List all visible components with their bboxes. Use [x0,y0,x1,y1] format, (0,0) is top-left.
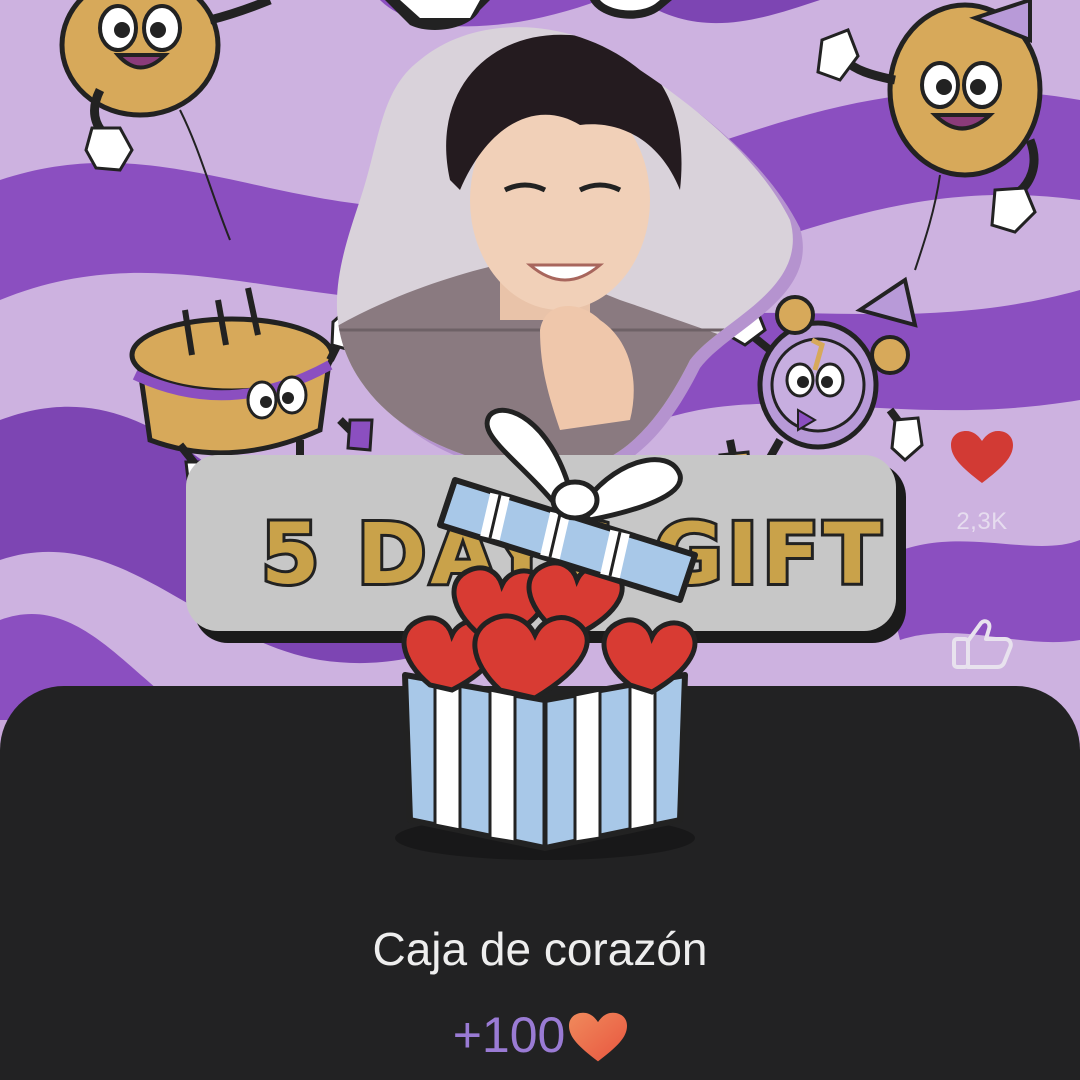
reward-amount: +100 [452,1007,566,1063]
gift-name: Caja de corazón [372,923,708,975]
heart-count: 2,3K [956,508,1008,535]
heart-button[interactable] [950,430,1014,486]
side-actions: 2,3K [942,430,1022,674]
heart-gift-box-icon [395,407,698,860]
like-button[interactable] [950,614,1014,674]
heart-icon [951,431,1013,483]
gift-reward: +100 [0,1006,1080,1064]
heart-icon [569,1012,628,1062]
thumbs-up-icon [952,619,1013,669]
